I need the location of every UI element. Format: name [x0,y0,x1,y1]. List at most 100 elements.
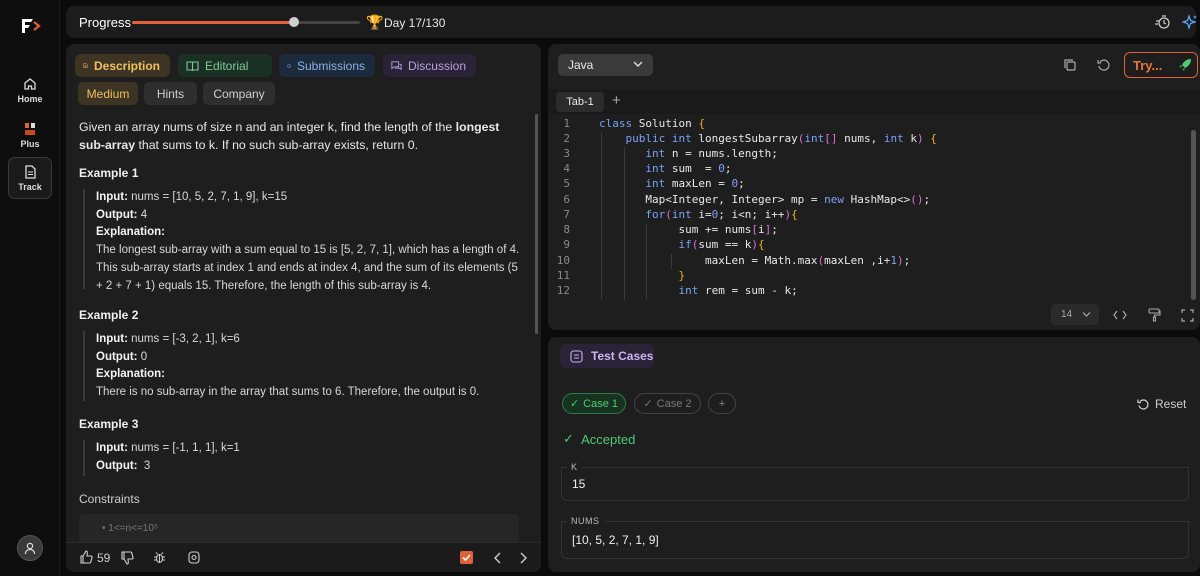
checkbox-icon[interactable] [459,550,474,565]
line-number: 6 [563,193,570,206]
description-footer: 59 [66,542,541,572]
line-number: 5 [563,177,570,190]
line-number: 7 [563,208,570,221]
output-label: Output: [96,459,138,472]
tab-description[interactable]: Description [75,54,170,77]
line-number: 9 [563,238,570,251]
try-label: Try... [1133,58,1163,73]
day-counter: Day 17/130 [384,16,446,30]
add-tab-button[interactable]: + [612,92,621,109]
sidebar-item-label: Home [17,93,43,104]
code-line: int maxLen = 0; [645,177,745,190]
plus-badge-icon [25,122,35,135]
try-button[interactable]: Try... [1124,52,1198,78]
example-output: 4 [140,208,148,221]
explanation-label: Explanation: [96,368,166,381]
code-line: class Solution { [599,117,705,130]
line-number: 8 [563,223,570,236]
bug-report-icon[interactable] [152,550,167,565]
sidebar-item-track[interactable]: Track [8,157,52,199]
tab-label: Description [93,58,160,73]
font-size-select[interactable]: 14 [1051,304,1099,325]
input-label: Input: [96,333,128,345]
check-icon: ✓ [569,398,580,410]
line-number: 4 [563,162,570,175]
progress-knob[interactable] [288,17,299,27]
reset-code-icon[interactable] [1097,58,1111,72]
ai-sparkle-icon[interactable] [1182,14,1198,30]
clock-icon [287,63,291,68]
app-logo[interactable] [18,14,42,38]
test-cases-panel: Test Cases ✓ Case 1 ✓ Case 2 + Reset ✓ Acc… [548,337,1200,572]
home-icon [24,77,36,90]
example-explanation: There is no sub-array in the array that … [96,386,480,399]
output-label: Output: [96,350,138,363]
sidebar-item-home[interactable]: Home [8,70,52,110]
avatar[interactable] [17,535,43,561]
code-line: int rem = sum - k; [678,284,798,297]
test-cases-title: Test Cases [591,349,654,363]
example-title: Example 1 [79,166,139,180]
constraint-item: • 1<=n<=10⁵ [102,523,159,534]
reset-label: Reset [1155,397,1187,411]
chevron-left-icon[interactable] [493,552,503,564]
reset-button[interactable]: Reset [1137,397,1186,411]
description-icon [83,62,88,69]
input-value-nums[interactable]: [10, 5, 2, 7, 1, 9] [561,521,1189,559]
output-label: Output: [96,208,138,221]
code-area[interactable]: 1 2 3 4 5 6 7 8 9 10 11 12 class Solution { public … [548,117,1200,300]
font-size-value: 14 [1061,309,1073,320]
format-paint-icon[interactable] [1148,308,1161,322]
share-icon[interactable] [186,550,202,565]
app-root: Home Plus Track Progress 🏆 Day 17/130 De… [0,0,1200,576]
test-cases-tab[interactable]: Test Cases [560,344,654,368]
case-tab-1[interactable]: ✓ Case 1 [562,393,626,414]
example-title: Example 2 [79,308,139,322]
editor-scrollbar[interactable] [1191,130,1196,300]
rocket-icon [1179,59,1191,71]
user-icon [24,542,36,555]
input-label: Input: [96,442,128,454]
description-panel: Description Editorial Submissions Discus… [66,44,541,572]
thumbs-down-icon[interactable] [120,550,135,565]
example-box: Input: nums = [-3, 2, 1], k=6 Output: 0 … [83,331,523,401]
tab-discussion[interactable]: Discussion [383,54,476,77]
line-number: 2 [563,132,570,145]
language-select[interactable]: Java [558,54,653,76]
editor-tab[interactable]: Tab-1 [556,92,604,112]
tab-submissions[interactable]: Submissions [279,54,375,77]
company-button[interactable]: Company [203,82,275,105]
code-line: Map<Integer, Integer> mp = new HashMap<>… [599,193,931,206]
line-number: 12 [556,284,570,297]
chevron-down-icon [1082,312,1091,317]
timer-icon[interactable] [1154,14,1172,30]
constraints-box: • 1<=n<=10⁵ [79,514,519,544]
difficulty-badge: Medium [78,82,138,105]
hints-button[interactable]: Hints [144,82,197,105]
line-number: 3 [563,147,570,160]
example-input: nums = [-1, 1, 1], k=1 [131,442,240,454]
sidebar-item-plus[interactable]: Plus [8,115,52,155]
trophy-icon: 🏆 [366,14,384,30]
constraints-title: Constraints [79,492,140,506]
problem-text: Given an array nums of size n and an int… [79,120,456,134]
result-status: ✓ Accepted [563,431,635,447]
copy-icon[interactable] [1063,58,1077,72]
check-icon: ✓ [643,398,653,410]
status-text: Accepted [581,431,636,447]
tab-editorial[interactable]: Editorial [178,54,272,77]
code-line: sum += nums[i]; [599,223,778,236]
chevron-right-icon[interactable] [518,552,528,564]
thumbs-up-icon[interactable] [79,550,94,565]
sidebar-item-label: Track [18,181,42,192]
progress-label: Progress [79,15,132,30]
add-case-button[interactable]: + [708,393,736,414]
fullscreen-icon[interactable] [1181,309,1194,322]
description-scrollbar[interactable] [535,114,538,334]
example-output: 0 [140,350,148,363]
example-output: 3 [143,459,151,472]
tab-label: Submissions [296,58,365,73]
code-brackets-icon[interactable] [1113,309,1127,321]
case-tab-2[interactable]: ✓ Case 2 [634,393,701,414]
input-value-k[interactable]: 15 [561,467,1189,501]
